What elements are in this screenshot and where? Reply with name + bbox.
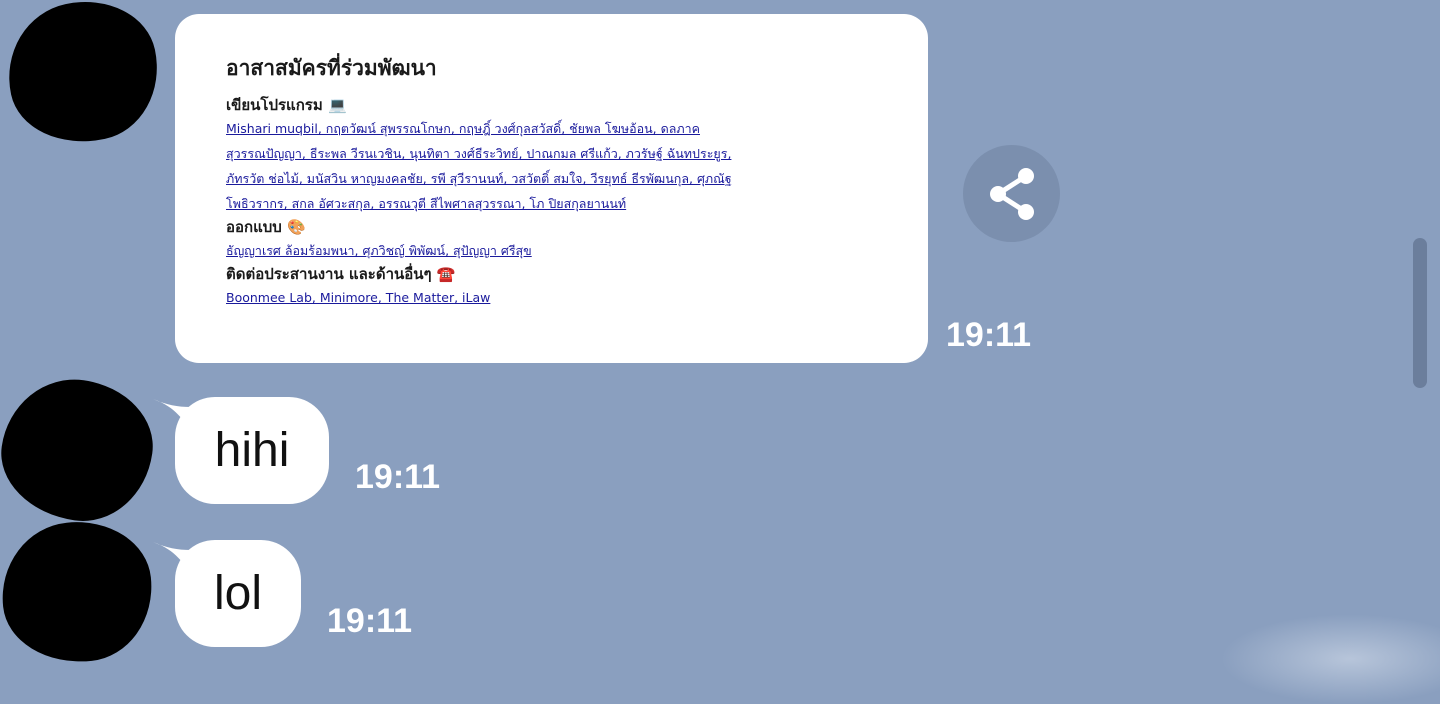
avatar[interactable] [0,0,171,157]
message-bubble[interactable]: lol [175,540,301,647]
section-links-contact: Boonmee Lab, Minimore, The Matter, iLaw [226,285,826,310]
message-timestamp: 19:11 [327,602,413,640]
link-line[interactable]: Mishari muqbil, กฤตวัฒน์ สุพรรณโกษก, กฤษ… [226,121,700,136]
avatar[interactable] [0,370,162,530]
avatar[interactable] [0,514,159,670]
share-button[interactable] [963,145,1060,242]
message-timestamp: 19:11 [355,458,441,496]
link-line[interactable]: ธัญญาเรศ ล้อมร้อมพนา, ศุภวิชญ์ พิพัฒน์, … [226,243,532,258]
background-cloud [1220,614,1440,704]
section-heading-contact: ติดต่อประสานงาน และด้านอื่นๆ ☎️ [226,265,456,283]
message-bubble[interactable]: hihi [175,397,329,504]
card-title: อาสาสมัครที่ร่วมพัฒนา [226,55,437,80]
link-line[interactable]: สุวรรณปัญญา, ธีระพล วีรนเวชิน, นุนทิตา ว… [226,146,731,161]
message-text: hihi [214,424,290,477]
share-icon [989,167,1034,220]
link-line[interactable]: Boonmee Lab, Minimore, The Matter, iLaw [226,290,490,305]
section-links-design: ธัญญาเรศ ล้อมร้อมพนา, ศุภวิชญ์ พิพัฒน์, … [226,238,826,263]
message-card[interactable]: อาสาสมัครที่ร่วมพัฒนา เขียนโปรแกรม 💻 Mis… [175,14,928,363]
link-line[interactable]: ภัทรวัต ช่อไม้, มนัสวิน หาญมงคลชัย, รพี … [226,171,732,186]
section-heading-design: ออกแบบ 🎨 [226,218,306,236]
link-line[interactable]: โพธิวรากร, สกล อัศวะสกุล, อรรณวุตี สีไพศ… [226,196,626,211]
message-timestamp: 19:11 [946,316,1032,354]
scrollbar-thumb[interactable] [1413,238,1427,388]
section-links-programming: Mishari muqbil, กฤตวัฒน์ สุพรรณโกษก, กฤษ… [226,116,826,216]
card-content: อาสาสมัครที่ร่วมพัฒนา เขียนโปรแกรม 💻 Mis… [226,54,826,310]
section-heading-programming: เขียนโปรแกรม 💻 [226,96,347,114]
message-text: lol [213,567,263,620]
